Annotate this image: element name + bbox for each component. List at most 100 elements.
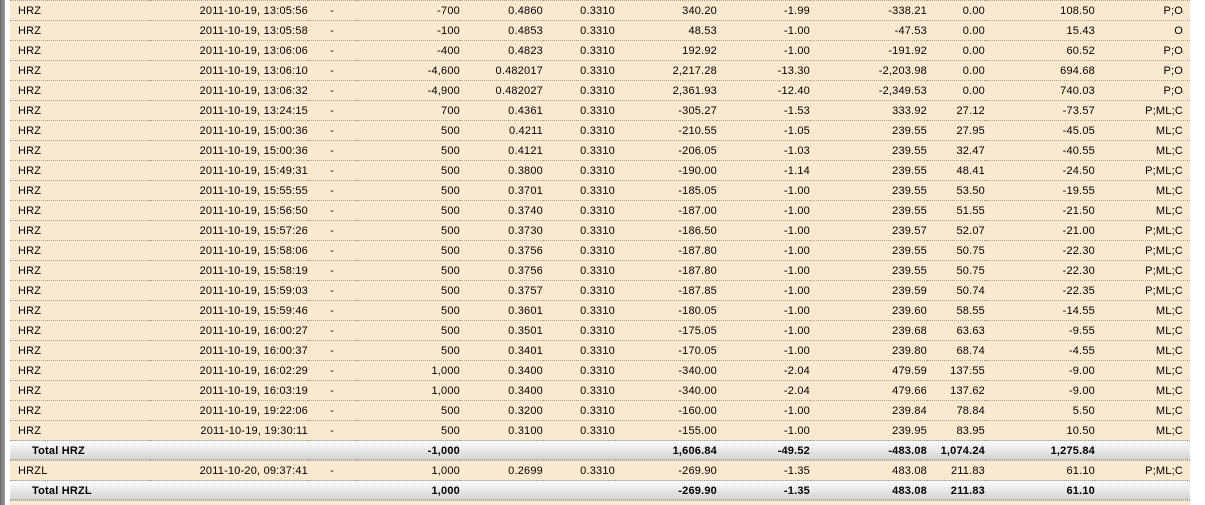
- cell-value-b: -4.55: [985, 340, 1095, 360]
- cell-price: 0.4211: [460, 120, 543, 140]
- table-row[interactable]: HRZ 2011-10-19, 19:30:11-500 0.3100 0.3310-…: [10, 420, 1190, 440]
- cell-quantity: 500: [356, 120, 460, 140]
- cell-quantity: -100: [356, 20, 460, 40]
- cell-basis-price: 0.3310: [543, 80, 615, 100]
- cell-value-b: 15.43: [985, 20, 1095, 40]
- table-row[interactable]: HRZ 2011-10-19, 13:06:06- -400 0.4823 0.3310…: [10, 40, 1190, 60]
- cell-basis-price: 0.3310: [543, 240, 615, 260]
- table-row[interactable]: HRZ 2011-10-19, 15:49:31-500 0.3800 0.3310-…: [10, 160, 1190, 180]
- cell-price: 0.3200: [460, 400, 543, 420]
- table-row[interactable]: HRZ 2011-10-19, 15:59:46-500 0.3601 0.3310-…: [10, 300, 1190, 320]
- cell-codes: P;O: [1095, 80, 1190, 100]
- cell-side: -: [308, 0, 356, 20]
- cell-realized-pl: 239.55: [810, 120, 927, 140]
- cell-symbol: HRZ: [10, 40, 150, 60]
- table-row[interactable]: HRZ 2011-10-19, 16:02:29-1,000 0.3400 0.331…: [10, 360, 1190, 380]
- cell-codes: P;O: [1095, 40, 1190, 60]
- cell-amount: -269.90: [615, 480, 717, 500]
- cell-symbol: HRZ: [10, 20, 150, 40]
- cell-price: 0.3756: [460, 260, 543, 280]
- cell-codes: P;ML;C: [1095, 100, 1190, 120]
- cell-datetime: 2011-10-19, 15:00:36: [150, 140, 308, 160]
- cell-symbol: HRZ: [10, 100, 150, 120]
- table-row[interactable]: HRZ 2011-10-19, 15:00:36-500 0.4211 0.3310-…: [10, 120, 1190, 140]
- cell-quantity: 500: [356, 280, 460, 300]
- cell-symbol: HRZ: [10, 160, 150, 180]
- cell-price: 0.4121: [460, 140, 543, 160]
- cell-commission: -2.04: [717, 380, 810, 400]
- cell-price: 0.3601: [460, 300, 543, 320]
- table-row[interactable]: HRZ 2011-10-19, 13:06:32- -4,900 0.482027 0.…: [10, 80, 1190, 100]
- cell-side: -: [308, 420, 356, 440]
- table-row[interactable]: HRZ 2011-10-19, 15:57:26-500 0.3730 0.3310-…: [10, 220, 1190, 240]
- cell-basis-price: 0.3310: [543, 320, 615, 340]
- cell-value-b: 694.68: [985, 60, 1095, 80]
- table-row[interactable]: HRZ 2011-10-19, 15:58:19-500 0.3756 0.3310-…: [10, 260, 1190, 280]
- table-row[interactable]: HRZ 2011-10-19, 16:00:37-500 0.3401 0.3310-…: [10, 340, 1190, 360]
- cell-datetime: 2011-10-19, 13:05:56: [150, 0, 308, 20]
- table-row[interactable]: HRZ 2011-10-19, 13:05:56- -700 0.4860 0.3310…: [10, 0, 1190, 20]
- table-row[interactable]: HRZ 2011-10-19, 16:03:19-1,000 0.3400 0.331…: [10, 380, 1190, 400]
- table-row[interactable]: HRZ 2011-10-19, 15:58:06-500 0.3756 0.3310-…: [10, 240, 1190, 260]
- cell-symbol: HRZ: [10, 60, 150, 80]
- cell-side: -: [308, 80, 356, 100]
- cell-basis-price: 0.3310: [543, 200, 615, 220]
- cell-basis-price: 0.3310: [543, 400, 615, 420]
- cell-quantity: 500: [356, 140, 460, 160]
- cell-side: -: [308, 380, 356, 400]
- cell-amount: -187.80: [615, 240, 717, 260]
- cell-price: 0.4860: [460, 0, 543, 20]
- cell-realized-pl: -338.21: [810, 0, 927, 20]
- table-row[interactable]: HRZ 2011-10-19, 13:05:58- -100 0.4853 0.3310…: [10, 20, 1190, 40]
- table-row[interactable]: HRZL 2011-10-20, 09:37:41-1,000 0.2699 0.33…: [10, 460, 1190, 480]
- cell-codes: ML;C: [1095, 200, 1190, 220]
- cell-realized-pl: 239.55: [810, 260, 927, 280]
- cell-value-b: -21.00: [985, 220, 1095, 240]
- cell-codes: ML;C: [1095, 360, 1190, 380]
- total-row: Total HRZL 1,000 -269.90 -1.35 483.08 211.83 6…: [10, 480, 1190, 500]
- cell-amount: -210.55: [615, 120, 717, 140]
- cell-realized-pl: 239.80: [810, 340, 927, 360]
- cell-datetime: 2011-10-19, 15:58:19: [150, 260, 308, 280]
- cell-side: -: [308, 320, 356, 340]
- cell-quantity: -700: [356, 0, 460, 20]
- table-row[interactable]: HRZ 2011-10-19, 15:55:55-500 0.3701 0.3310-…: [10, 180, 1190, 200]
- cell-symbol: HRZ: [10, 180, 150, 200]
- trade-table: HRZ 2011-10-19, 13:05:56- -700 0.4860 0.3310…: [10, 0, 1190, 500]
- cell-side: [308, 480, 356, 500]
- cell-value-b: -14.55: [985, 300, 1095, 320]
- cell-amount: -269.90: [615, 460, 717, 480]
- table-row[interactable]: HRZ 2011-10-19, 15:00:36-500 0.4121 0.3310-…: [10, 140, 1190, 160]
- cell-quantity: -400: [356, 40, 460, 60]
- cell-value-a: 27.95: [927, 120, 985, 140]
- cell-realized-pl: -2,203.98: [810, 60, 927, 80]
- cell-value-a: 63.63: [927, 320, 985, 340]
- table-row[interactable]: HRZ 2011-10-19, 13:24:15-700 0.4361 0.3310-…: [10, 100, 1190, 120]
- cell-commission: -1.00: [717, 420, 810, 440]
- cell-price: 0.4361: [460, 100, 543, 120]
- cell-quantity: 1,000: [356, 380, 460, 400]
- cell-price: 0.3730: [460, 220, 543, 240]
- cell-datetime: 2011-10-19, 15:00:36: [150, 120, 308, 140]
- cell-commission: -49.52: [717, 440, 810, 460]
- cell-price: 0.4823: [460, 40, 543, 60]
- table-row[interactable]: HRZ 2011-10-19, 15:56:50-500 0.3740 0.3310-…: [10, 200, 1190, 220]
- cell-datetime: [150, 440, 308, 460]
- cell-datetime: 2011-10-19, 16:00:27: [150, 320, 308, 340]
- cell-value-b: -24.50: [985, 160, 1095, 180]
- table-row[interactable]: HRZ 2011-10-19, 16:00:27-500 0.3501 0.3310-…: [10, 320, 1190, 340]
- cell-datetime: 2011-10-19, 15:55:55: [150, 180, 308, 200]
- table-row[interactable]: HRZ 2011-10-19, 19:22:06-500 0.3200 0.3310-…: [10, 400, 1190, 420]
- cell-side: -: [308, 60, 356, 80]
- cell-amount: -187.00: [615, 200, 717, 220]
- cell-codes: P;ML;C: [1095, 240, 1190, 260]
- cell-basis-price: 0.3310: [543, 260, 615, 280]
- cell-datetime: 2011-10-19, 13:06:10: [150, 60, 308, 80]
- cell-commission: -1.53: [717, 100, 810, 120]
- cell-value-b: -9.00: [985, 380, 1095, 400]
- table-row[interactable]: HRZ 2011-10-19, 15:59:03-500 0.3757 0.3310-…: [10, 280, 1190, 300]
- cell-value-a: 50.75: [927, 260, 985, 280]
- cell-value-b: 60.52: [985, 40, 1095, 60]
- cell-value-a: 51.55: [927, 200, 985, 220]
- table-row[interactable]: HRZ 2011-10-19, 13:06:10- -4,600 0.482017 0.…: [10, 60, 1190, 80]
